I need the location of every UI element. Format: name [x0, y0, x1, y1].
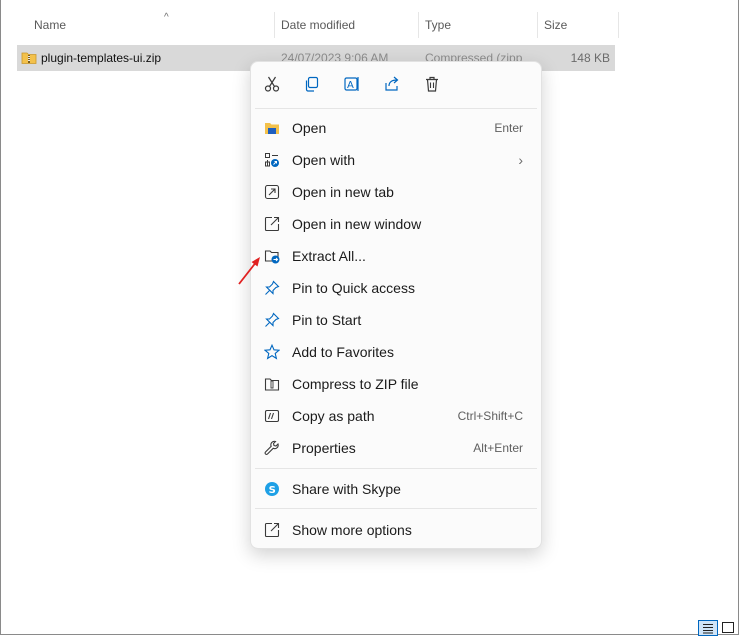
menu-item-label: Open in new window — [292, 216, 422, 232]
delete-button[interactable] — [420, 72, 444, 96]
column-divider[interactable] — [274, 12, 275, 38]
column-divider[interactable] — [418, 12, 419, 38]
zip-folder-icon — [21, 52, 37, 64]
tiles-view-icon — [722, 622, 734, 633]
menu-item-label: Compress to ZIP file — [292, 376, 419, 392]
chevron-right-icon: › — [518, 152, 523, 168]
new-tab-icon — [264, 184, 280, 200]
annotation-arrow-icon — [238, 257, 260, 285]
menu-item-label: Add to Favorites — [292, 344, 394, 360]
column-size[interactable]: Size — [544, 8, 567, 42]
menu-item-properties[interactable]: Properties Alt+Enter — [255, 433, 537, 463]
menu-separator — [255, 508, 537, 509]
menu-item-open-new-window[interactable]: Open in new window — [255, 209, 537, 239]
rename-icon: A — [344, 77, 359, 91]
wrench-icon — [264, 440, 279, 455]
menu-item-compress-zip[interactable]: Compress to ZIP file — [255, 369, 537, 399]
extract-icon — [264, 250, 280, 264]
menu-item-label: Share with Skype — [292, 481, 401, 497]
menu-item-open-with[interactable]: Open with › — [255, 145, 537, 175]
context-menu: A Open Enter Open with › Open in new tab… — [250, 61, 542, 549]
context-toolbar: A — [251, 62, 541, 108]
menu-item-extract-all[interactable]: Extract All... — [255, 241, 537, 271]
pin-start-icon — [265, 312, 280, 327]
svg-text:A: A — [347, 80, 354, 91]
menu-item-copy-as-path[interactable]: Copy as path Ctrl+Shift+C — [255, 401, 537, 431]
menu-item-share-skype[interactable]: S Share with Skype — [255, 474, 537, 504]
menu-item-open[interactable]: Open Enter — [255, 113, 537, 143]
column-header: Name ^ Date modified Type Size — [18, 8, 620, 42]
column-divider[interactable] — [618, 12, 619, 38]
details-view-button[interactable] — [698, 620, 718, 636]
menu-item-show-more-options[interactable]: Show more options — [255, 515, 537, 545]
file-name: plugin-templates-ui.zip — [41, 51, 162, 65]
menu-item-pin-quick-access[interactable]: Pin to Quick access — [255, 273, 537, 303]
column-type[interactable]: Type — [425, 8, 451, 42]
menu-item-label: Pin to Start — [292, 312, 362, 328]
compress-icon — [264, 378, 280, 391]
share-icon — [385, 76, 399, 91]
delete-icon — [426, 76, 438, 92]
skype-icon: S — [265, 482, 279, 496]
folder-open-icon — [265, 123, 279, 134]
copy-icon — [305, 76, 319, 92]
menu-item-shortcut: Enter — [494, 121, 523, 135]
open-with-icon — [265, 153, 279, 167]
column-date-modified[interactable]: Date modified — [281, 8, 355, 42]
menu-item-label: Open in new tab — [292, 184, 394, 200]
menu-item-label: Pin to Quick access — [292, 280, 415, 296]
details-view-icon — [703, 624, 713, 634]
rename-button[interactable]: A — [340, 72, 364, 96]
column-name[interactable]: Name — [34, 8, 66, 42]
menu-item-label: Open — [292, 120, 327, 136]
column-divider[interactable] — [537, 12, 538, 38]
menu-item-open-new-tab[interactable]: Open in new tab — [255, 177, 537, 207]
star-icon — [264, 344, 280, 360]
sort-ascending-icon: ^ — [164, 12, 169, 23]
menu-item-add-favorites[interactable]: Add to Favorites — [255, 337, 537, 367]
share-button[interactable] — [380, 72, 404, 96]
more-options-icon — [264, 522, 280, 538]
new-window-icon — [264, 216, 280, 232]
tiles-view-button[interactable] — [719, 620, 737, 634]
menu-item-label: Copy as path — [292, 408, 375, 424]
menu-item-shortcut: Ctrl+Shift+C — [457, 409, 523, 423]
menu-separator — [255, 468, 537, 469]
menu-item-pin-to-start[interactable]: Pin to Start — [255, 305, 537, 335]
menu-item-label: Properties — [292, 440, 356, 456]
menu-item-label: Extract All... — [292, 248, 366, 264]
menu-item-shortcut: Alt+Enter — [473, 441, 523, 455]
pin-icon — [265, 280, 280, 295]
cut-icon — [264, 76, 280, 92]
copy-path-icon — [264, 409, 280, 423]
svg-text:S: S — [269, 485, 276, 496]
cut-button[interactable] — [260, 72, 284, 96]
menu-item-label: Show more options — [292, 522, 412, 538]
menu-separator — [255, 108, 537, 109]
menu-item-label: Open with — [292, 152, 356, 168]
file-size: 148 KB — [570, 51, 610, 65]
copy-button[interactable] — [300, 72, 324, 96]
